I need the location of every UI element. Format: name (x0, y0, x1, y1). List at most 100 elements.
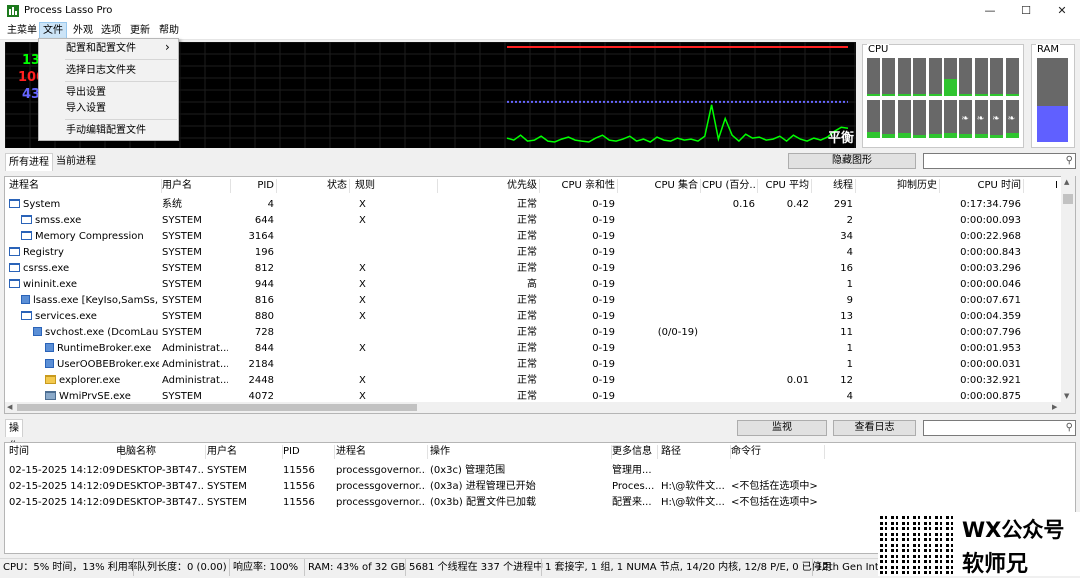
table-row[interactable]: Memory Compression SYSTEM 3164 正常 0-19 34 0:00… (5, 229, 1061, 245)
column-divider (939, 179, 940, 193)
menu-item-import-settings[interactable]: 导入设置 (66, 101, 106, 117)
lower-core-cell (882, 100, 896, 138)
maximize-button[interactable]: ☐ (1008, 0, 1044, 22)
close-button[interactable]: ✕ (1044, 0, 1080, 22)
menu-item-select-log-folder[interactable]: 选择日志文件夹 (66, 63, 136, 79)
cpu-time-cell: 0:00:07.671 (960, 295, 1021, 306)
process-column-header[interactable]: 用户名 (162, 177, 228, 195)
log-column-header[interactable]: 命令行 (731, 443, 823, 461)
ram-panel-label: RAM (1036, 44, 1061, 55)
upper-core-fill (974, 94, 988, 96)
process-column-header[interactable]: 抑制历史 (857, 177, 937, 195)
pid-cell: 3164 (248, 231, 274, 242)
priority-cell: 正常 (517, 375, 537, 386)
log-column-header[interactable]: 用户名 (207, 443, 281, 461)
process-column-header[interactable]: 线程 (813, 177, 853, 195)
table-row[interactable]: UserOOBEBroker.exe Administrat... 2184 正常 0-… (5, 357, 1061, 373)
table-row[interactable]: RuntimeBroker.exe Administrat... 844 X 正常 0-1… (5, 341, 1061, 357)
upper-core-fill (990, 94, 1004, 96)
monitor-button[interactable]: 监视 (737, 420, 827, 436)
rule-cell: X (359, 295, 366, 306)
table-row[interactable]: Registry SYSTEM 196 正常 0-19 4 0:00:00.843 (5, 245, 1061, 261)
process-name-cell: lsass.exe [KeyIso,SamSs,... (21, 293, 159, 309)
process-column-header[interactable]: CPU 平均 (761, 177, 809, 195)
process-horizontal-scrollbar[interactable]: ◀ ▶ (5, 402, 1075, 413)
cpu-time-cell: 0:00:00.046 (960, 279, 1021, 290)
table-row[interactable]: 02-15-2025 14:12:09 DESKTOP-3BT47... SYSTE… (5, 479, 1071, 495)
table-row[interactable]: csrss.exe SYSTEM 812 X 正常 0-19 16 0:00:03.296 (5, 261, 1061, 277)
leaf-icon: ❧ (976, 114, 985, 124)
status-cell (277, 261, 347, 277)
table-row[interactable]: lsass.exe [KeyIso,SamSs,... SYSTEM 816 X 正常 0… (5, 293, 1061, 309)
log-column-header[interactable]: 时间 (9, 443, 119, 461)
process-column-header[interactable]: CPU 集合 (619, 177, 698, 195)
menu-item-config-profiles[interactable]: 配置和配置文件 (66, 41, 136, 57)
tab-all-processes[interactable]: 所有进程 (5, 153, 53, 171)
cpu-avg-cell (761, 341, 809, 357)
log-column-header[interactable]: 路径 (661, 443, 729, 461)
log-column-header[interactable]: 进程名 (336, 443, 426, 461)
process-column-header[interactable]: 规则 (355, 177, 435, 195)
table-row[interactable]: System 系统 4 X 正常 0-19 0.16 0.42 291 0:17:34.796 (5, 197, 1061, 213)
lower-core-cell: ❧ (990, 100, 1004, 138)
process-name-cell: Registry (9, 245, 159, 261)
menu-main[interactable]: 主菜单 (4, 22, 40, 40)
process-column-header[interactable]: 进程名 (9, 177, 159, 195)
table-row[interactable]: 02-15-2025 14:12:09 DESKTOP-3BT47... SYSTE… (5, 463, 1071, 479)
log-column-header[interactable]: 更多信息 (612, 443, 656, 461)
vertical-scroll-thumb[interactable] (1063, 194, 1073, 204)
process-column-header[interactable]: 状态 (277, 177, 347, 195)
view-log-button[interactable]: 查看日志 (833, 420, 916, 436)
process-column-header[interactable]: CPU (百分... (702, 177, 755, 195)
rule-cell: X (359, 279, 366, 290)
scroll-right-icon[interactable]: ▶ (1052, 403, 1057, 411)
lower-core-fill (959, 134, 973, 138)
tab-action-log[interactable]: 操作日志 (5, 419, 23, 488)
affinity-cell: 0-19 (592, 263, 615, 274)
menu-item-export-settings[interactable]: 导出设置 (66, 85, 106, 101)
log-action-cell: (0x3c) 管理范围 (430, 465, 506, 476)
process-vertical-scrollbar[interactable]: ▲ ▼ (1061, 176, 1075, 403)
process-column-header[interactable]: CPU 时间 (945, 177, 1021, 195)
status-cpu: CPU：5% 时间，13% 利用率 (3, 562, 138, 573)
log-column-header[interactable]: PID (283, 443, 333, 461)
table-row[interactable]: 02-15-2025 14:12:09 DESKTOP-3BT47... SYSTE… (5, 495, 1071, 511)
menu-separator (65, 59, 177, 60)
rule-cell: X (359, 263, 366, 274)
process-column-header[interactable]: PID (227, 177, 274, 195)
scroll-down-icon[interactable]: ▼ (1064, 392, 1069, 400)
log-cmd-cell: <不包括在选项中> (731, 497, 818, 508)
tab-active-processes[interactable]: 当前进程 (53, 153, 99, 171)
process-table: 进程名 用户名 PID 状态 规则 优先级 CPU 亲和性 CPU 集合 CPU (百分... C… (4, 176, 1076, 414)
cpuset-cell (619, 309, 698, 325)
process-column-header[interactable]: 优先级 (445, 177, 537, 195)
log-column-header[interactable]: 操作 (430, 443, 610, 461)
threads-cell: 16 (840, 263, 853, 274)
table-row[interactable]: explorer.exe Administrat... 2448 X 正常 0-19 0.0… (5, 373, 1061, 389)
file-menu-dropdown: 配置和配置文件 › 选择日志文件夹 导出设置 导入设置 手动编辑配置文件 (38, 38, 179, 141)
pid-cell: 644 (254, 215, 274, 226)
log-search-input[interactable]: ⚲ (923, 420, 1076, 436)
log-column-header[interactable]: 电脑名称 (116, 443, 204, 461)
table-row[interactable]: services.exe SYSTEM 880 X 正常 0-19 13 0:00:04.35… (5, 309, 1061, 325)
threads-cell: 34 (840, 231, 853, 242)
horizontal-scroll-thumb[interactable] (17, 404, 417, 411)
table-row[interactable]: smss.exe SYSTEM 644 X 正常 0-19 2 0:00:00.093 (5, 213, 1061, 229)
process-name-cell: Memory Compression (21, 229, 159, 245)
minimize-button[interactable]: — (972, 0, 1008, 22)
hide-graph-button[interactable]: 隐藏图形 (788, 153, 916, 169)
affinity-cell: 0-19 (592, 327, 615, 338)
scroll-up-icon[interactable]: ▲ (1064, 178, 1069, 186)
scroll-left-icon[interactable]: ◀ (7, 403, 12, 411)
status-cell (277, 277, 347, 293)
process-icon (9, 263, 20, 272)
table-row[interactable]: wininit.exe SYSTEM 944 X 高 0-19 1 0:00:00.046 (5, 277, 1061, 293)
lower-core-fill (1005, 133, 1019, 138)
pid-cell: 880 (254, 311, 274, 322)
process-column-header[interactable]: CPU 亲和性 (542, 177, 615, 195)
status-cell (277, 373, 347, 389)
leaf-icon: ❧ (992, 114, 1000, 124)
process-search-input[interactable]: ⚲ (923, 153, 1076, 169)
table-row[interactable]: svchost.exe (DcomLau... SYSTEM 728 正常 0-19 (0… (5, 325, 1061, 341)
menu-item-edit-config-manually[interactable]: 手动编辑配置文件 (66, 123, 146, 139)
